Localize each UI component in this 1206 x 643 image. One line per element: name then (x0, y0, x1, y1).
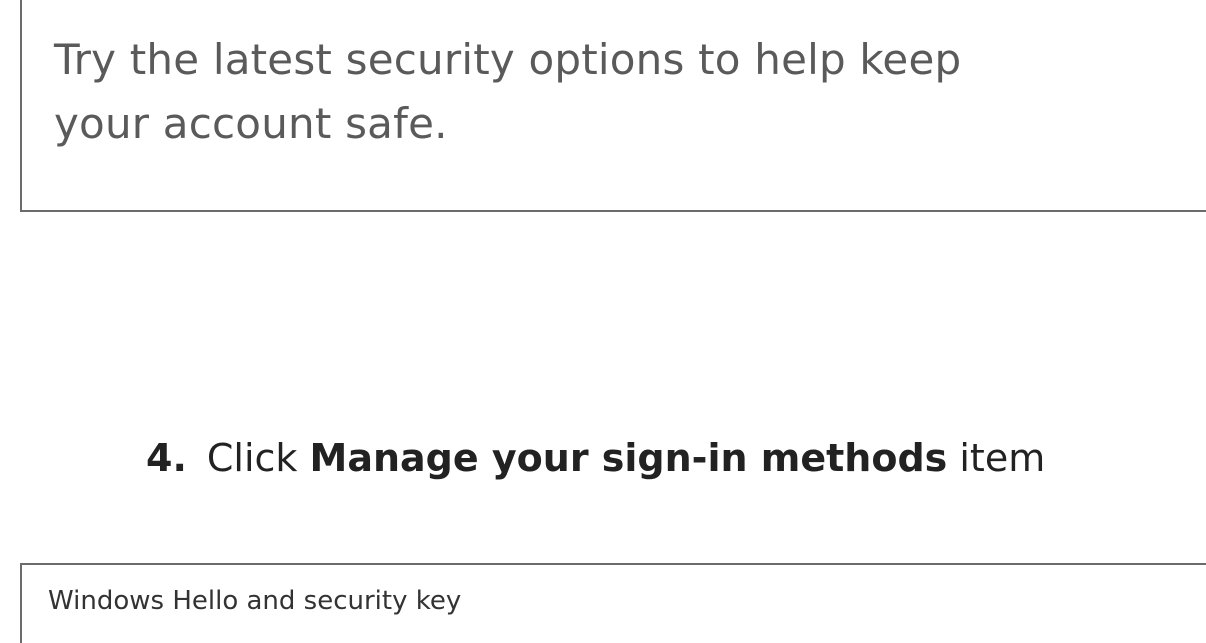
instruction-step: 4. Click Manage your sign-in methods item (146, 428, 1045, 488)
sign-in-methods-panel: Windows Hello and security key (20, 563, 1206, 643)
step-number: 4. (146, 436, 187, 480)
security-tip-text: Try the latest security options to help … (54, 28, 1014, 156)
sign-in-methods-item-text[interactable]: Windows Hello and security key (48, 585, 461, 617)
step-prefix: Click (206, 436, 298, 480)
step-target-label: Manage your sign-in methods (309, 436, 948, 480)
security-tip-line-1: Try the latest security options to help … (54, 35, 962, 84)
step-suffix: item (959, 436, 1046, 480)
security-tip-panel: Try the latest security options to help … (20, 0, 1206, 212)
security-tip-line-2: your account safe. (54, 99, 448, 148)
